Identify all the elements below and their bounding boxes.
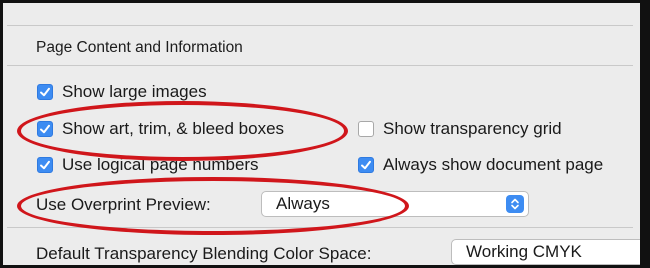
show-art-trim-bleed-label: Show art, trim, & bleed boxes [62,119,285,138]
overprint-preview-select[interactable]: Always [261,191,529,217]
always-show-document-page-option[interactable]: Always show document page [358,156,603,173]
section-title: Page Content and Information [36,39,243,56]
always-show-document-page-label: Always show document page [383,155,604,174]
checkmark-icon [40,87,50,96]
show-large-images-label: Show large images [62,82,207,101]
show-transparency-grid-checkbox[interactable] [358,120,374,137]
show-large-images-option[interactable]: Show large images [37,83,207,100]
blending-color-space-label: Default Transparency Blending Color Spac… [36,244,372,263]
blending-color-space-select[interactable]: Working CMYK [451,239,647,265]
frame-right-border [640,0,650,268]
preferences-panel: Page Content and Information Show large … [0,0,650,268]
always-show-document-page-checkbox[interactable] [358,156,374,173]
use-logical-page-numbers-option[interactable]: Use logical page numbers [37,156,259,173]
show-art-trim-bleed-checkbox[interactable] [37,120,53,137]
show-art-trim-bleed-option[interactable]: Show art, trim, & bleed boxes [37,120,284,137]
show-transparency-grid-option[interactable]: Show transparency grid [358,120,562,137]
select-stepper-icon [506,195,524,213]
section-divider-top [7,25,633,26]
show-transparency-grid-label: Show transparency grid [383,119,562,138]
use-logical-page-numbers-label: Use logical page numbers [62,155,259,174]
show-large-images-checkbox[interactable] [37,83,53,100]
overprint-preview-value: Always [276,194,330,213]
checkmark-icon [361,160,371,169]
checkmark-icon [40,124,50,133]
checkmark-icon [40,160,50,169]
overprint-preview-label: Use Overprint Preview: [36,195,211,214]
blending-color-space-value: Working CMYK [466,242,582,261]
section-divider-lower [7,227,633,228]
use-logical-page-numbers-checkbox[interactable] [37,156,53,173]
section-divider [7,65,633,66]
